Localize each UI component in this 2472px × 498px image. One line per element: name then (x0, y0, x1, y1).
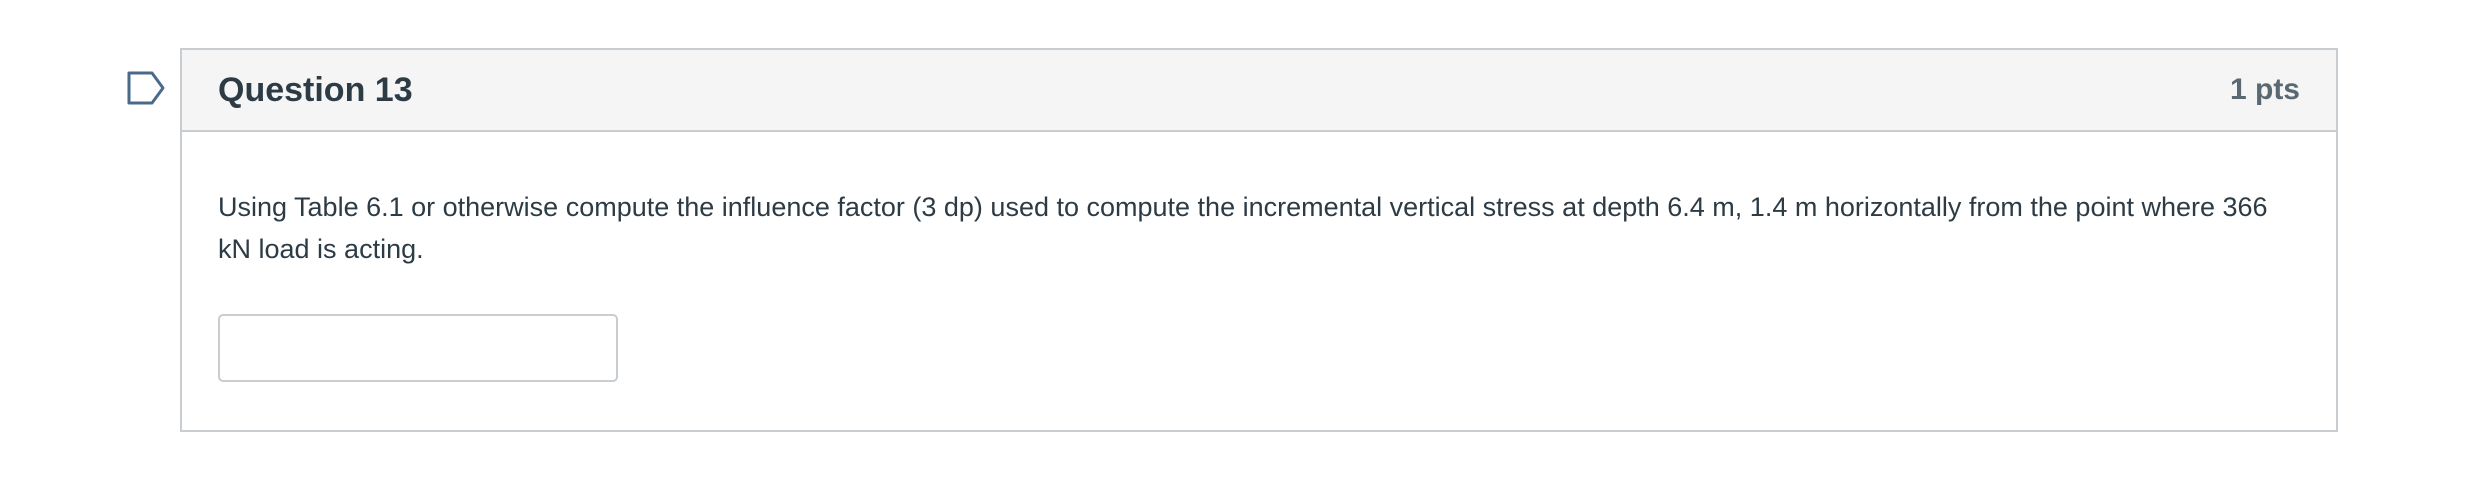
question-card: Question 13 1 pts Using Table 6.1 or oth… (180, 48, 2338, 432)
question-text: Using Table 6.1 or otherwise compute the… (218, 192, 2268, 264)
question-body: Using Table 6.1 or otherwise compute the… (182, 132, 2336, 382)
question-points: 1 pts (2229, 73, 2300, 106)
question-header: Question 13 1 pts (182, 50, 2336, 132)
flag-question-icon[interactable] (126, 70, 166, 106)
answer-input[interactable] (218, 314, 618, 382)
question-title: Question 13 (218, 70, 413, 109)
